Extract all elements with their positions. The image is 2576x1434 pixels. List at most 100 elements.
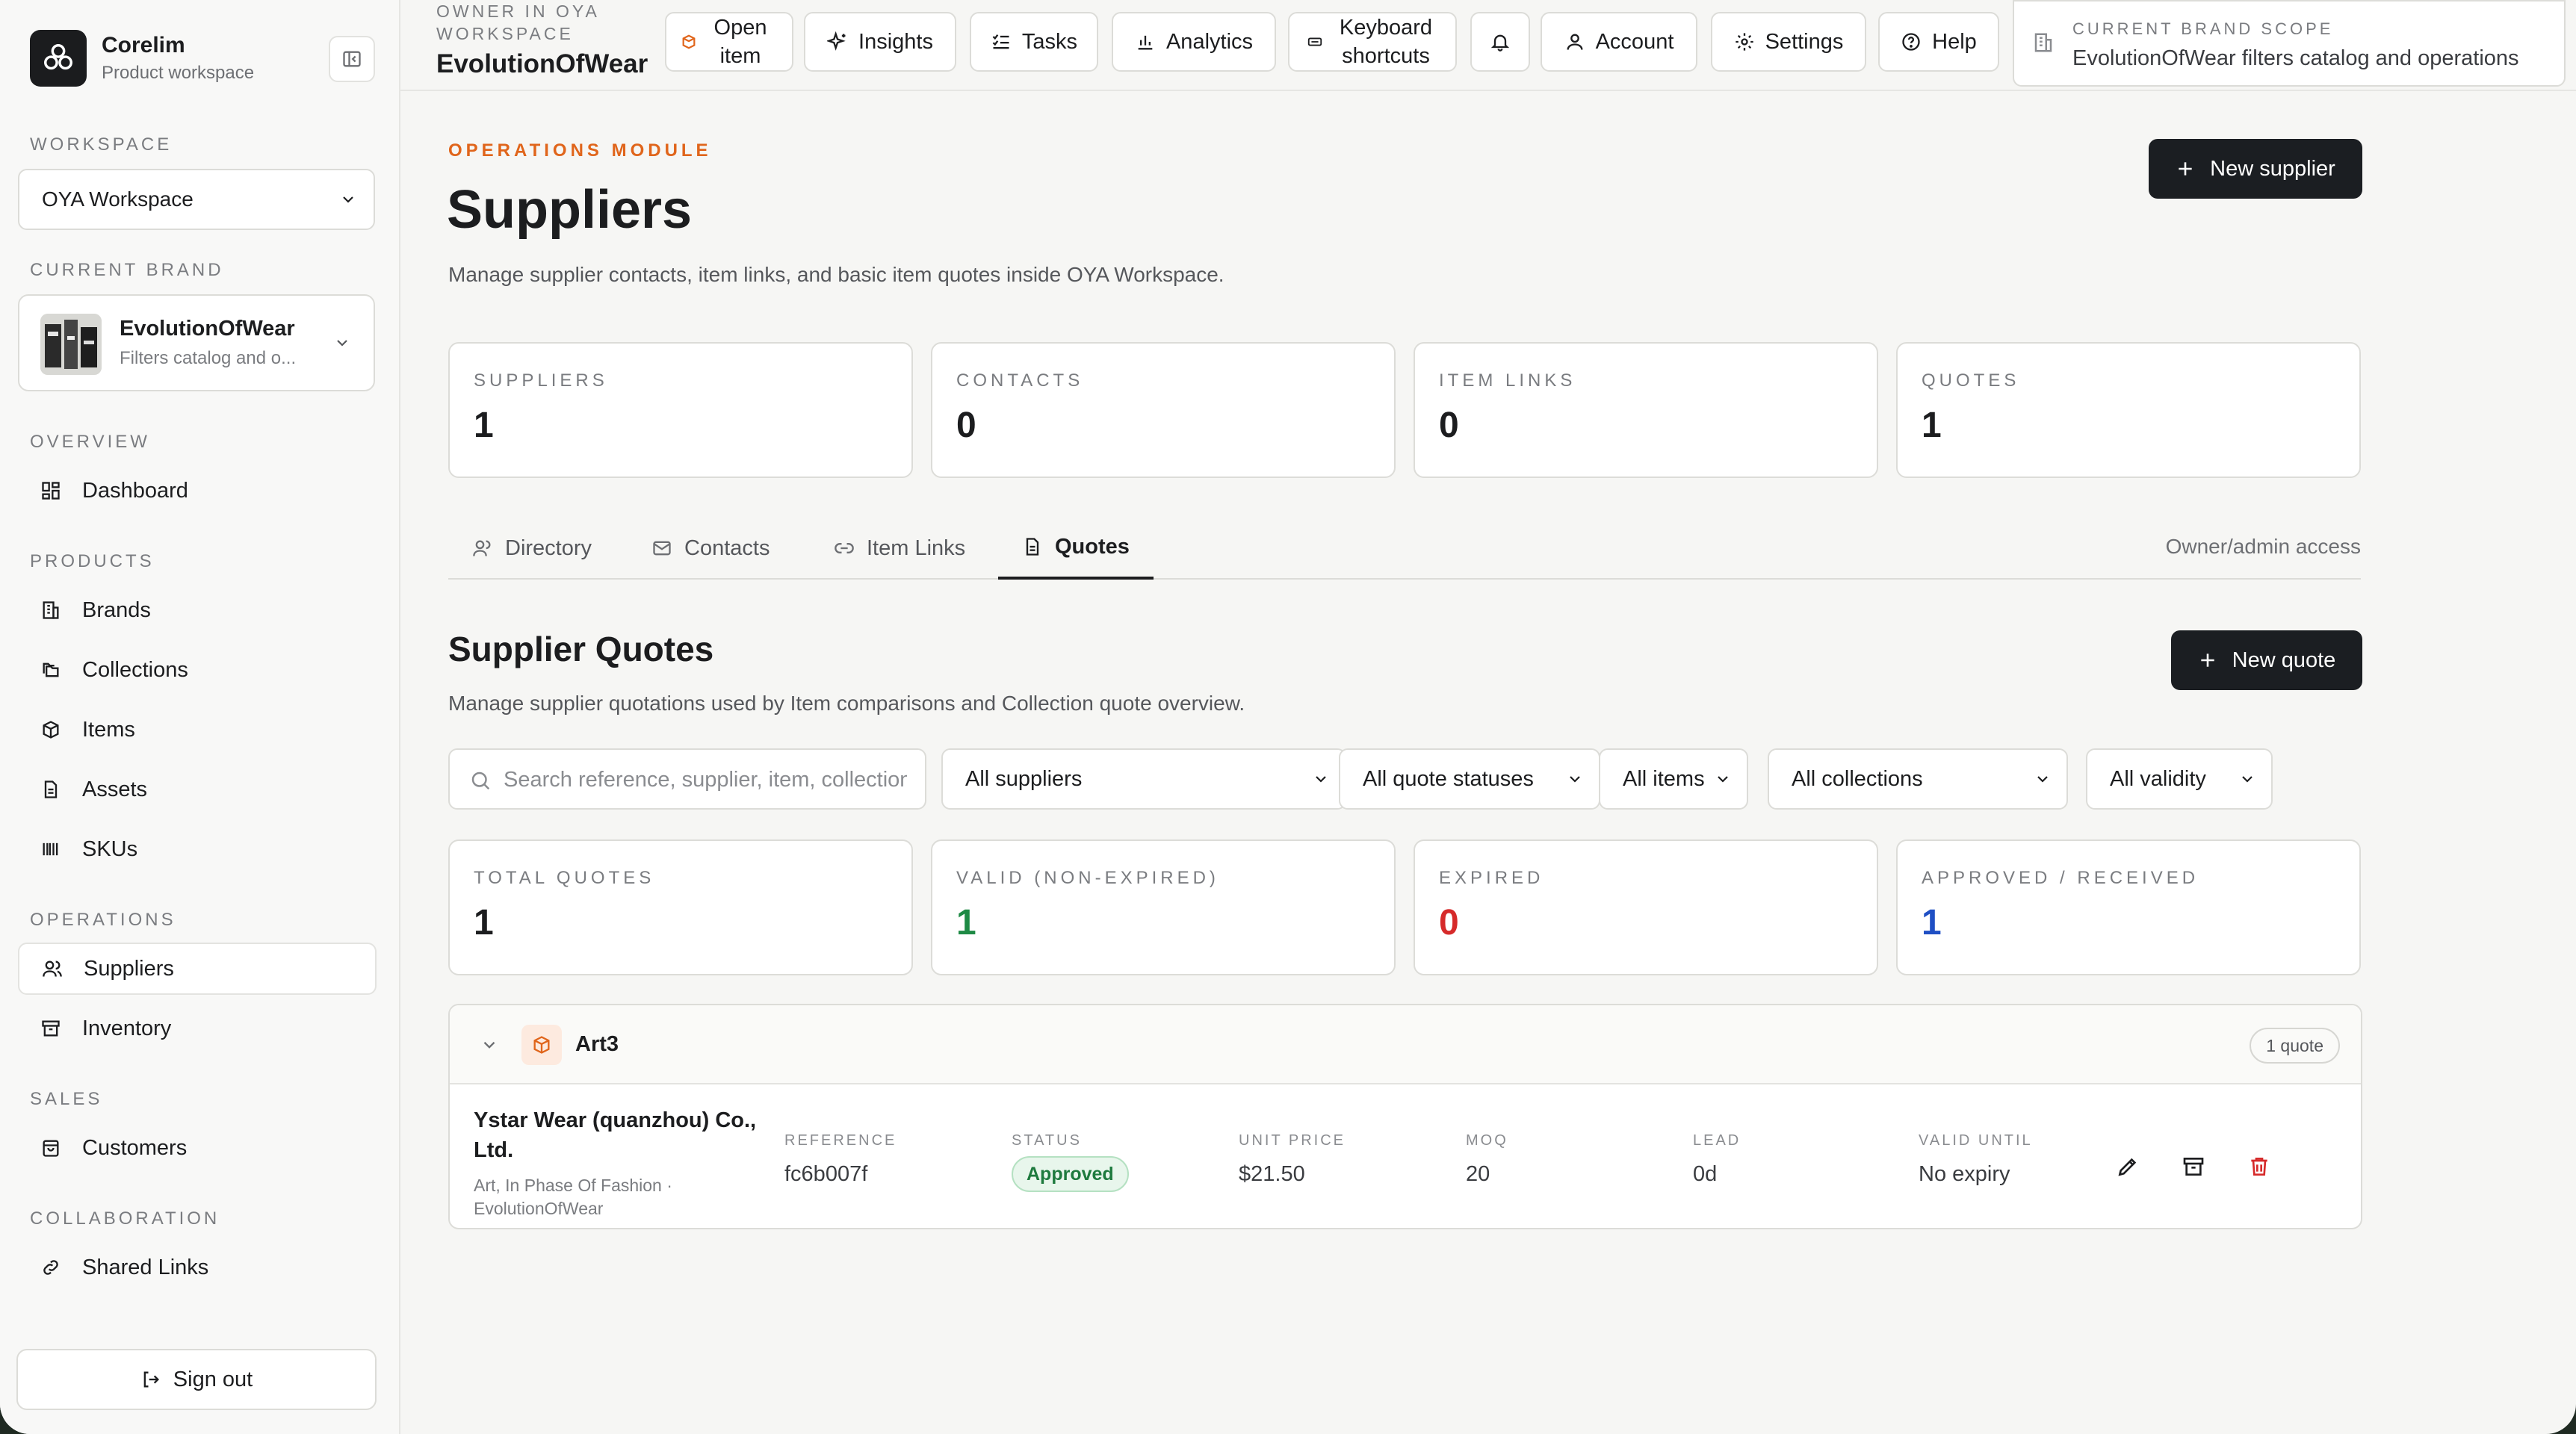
mail-icon <box>651 538 672 559</box>
new-quote-label: New quote <box>2232 648 2336 672</box>
bell-icon <box>1490 31 1511 52</box>
package-icon <box>37 716 64 743</box>
stat-value: 1 <box>474 903 494 943</box>
sidebar-item-customers[interactable]: Customers <box>18 1122 377 1174</box>
account-button[interactable]: Account <box>1541 12 1697 72</box>
status-filter-select[interactable]: All quote statuses <box>1339 748 1600 810</box>
new-quote-button[interactable]: New quote <box>2171 630 2362 690</box>
current-brand-label: CURRENT BRAND <box>30 260 224 280</box>
stat-value: 1 <box>1922 903 1942 943</box>
page-description: Manage supplier contacts, item links, an… <box>448 263 1224 286</box>
stat-card-expired-quotes: EXPIRED 0 <box>1414 839 1878 975</box>
insights-button[interactable]: Insights <box>804 12 956 72</box>
users-icon <box>472 538 493 559</box>
help-button[interactable]: Help <box>1878 12 1999 72</box>
supplier-tabs: Directory Contacts Item Links Quotes <box>448 517 2361 580</box>
notifications-button[interactable] <box>1470 12 1530 72</box>
tab-item-links[interactable]: Item Links <box>810 517 989 580</box>
access-note: Owner/admin access <box>2165 535 2361 558</box>
filter-value: All suppliers <box>965 766 1083 791</box>
section-operations: OPERATIONS <box>30 910 176 930</box>
quote-search-field[interactable] <box>448 748 926 810</box>
sidebar-item-assets[interactable]: Assets <box>18 763 377 816</box>
quote-count-badge: 1 quote <box>2250 1028 2340 1064</box>
main-content: OPERATIONS MODULE Suppliers Manage suppl… <box>400 91 2576 1434</box>
workspace-select[interactable]: OYA Workspace <box>18 169 375 230</box>
unit-price-label: UNIT PRICE <box>1239 1132 1346 1149</box>
chevron-down-icon[interactable] <box>480 1035 499 1055</box>
sign-out-label: Sign out <box>173 1367 253 1391</box>
new-supplier-button[interactable]: New supplier <box>2149 139 2362 199</box>
sidebar-item-label: Dashboard <box>82 478 188 503</box>
quote-group-name: Art3 <box>575 1032 619 1056</box>
tab-label: Directory <box>505 536 592 560</box>
sidebar-item-skus[interactable]: SKUs <box>18 823 377 875</box>
table-row[interactable]: Ystar Wear (quanzhou) Co., Ltd. Art, In … <box>450 1084 2361 1228</box>
stat-card-total-quotes: TOTAL QUOTES 1 <box>448 839 913 975</box>
section-products: PRODUCTS <box>30 551 155 571</box>
sidebar-item-suppliers[interactable]: Suppliers <box>18 943 377 995</box>
validity-filter-select[interactable]: All validity <box>2086 748 2273 810</box>
tab-directory[interactable]: Directory <box>448 517 616 580</box>
quote-search-input[interactable] <box>504 763 907 796</box>
edit-quote-button[interactable] <box>2108 1147 2147 1186</box>
stat-label: SUPPLIERS <box>474 370 608 391</box>
open-item-button[interactable]: Open item <box>665 12 793 72</box>
search-icon <box>469 769 492 795</box>
collapse-sidebar-button[interactable] <box>329 36 375 82</box>
sidebar-item-label: Inventory <box>82 1016 172 1040</box>
stat-card-item-links: ITEM LINKS 0 <box>1414 342 1878 478</box>
account-label: Account <box>1595 30 1674 54</box>
top-bar: OWNER IN OYA WORKSPACE EvolutionOfWear O… <box>400 0 2576 91</box>
trash-icon <box>2251 1158 2267 1176</box>
dashboard-icon <box>37 477 64 504</box>
log-out-icon <box>140 1369 161 1390</box>
sign-out-button[interactable]: Sign out <box>16 1349 377 1410</box>
sidebar-item-brands[interactable]: Brands <box>18 584 377 636</box>
brand-scope-label: CURRENT BRAND SCOPE <box>2072 19 2334 38</box>
quote-group: Art3 1 quote Ystar Wear (quanzhou) Co., … <box>448 1004 2362 1229</box>
link-icon <box>834 538 855 559</box>
sidebar-item-collections[interactable]: Collections <box>18 644 377 696</box>
analytics-label: Analytics <box>1165 30 1254 54</box>
analytics-button[interactable]: Analytics <box>1112 12 1276 72</box>
item-filter-select[interactable]: All items <box>1599 748 1748 810</box>
shopping-bag-icon <box>37 1135 64 1161</box>
sidebar-item-shared-links[interactable]: Shared Links <box>18 1241 377 1294</box>
reference-label: REFERENCE <box>784 1132 897 1149</box>
app-logo-icon <box>30 30 87 87</box>
collection-filter-select[interactable]: All collections <box>1768 748 2068 810</box>
keyboard-shortcuts-button[interactable]: Keyboard shortcuts <box>1288 12 1457 72</box>
stat-label: EXPIRED <box>1439 868 1544 888</box>
filter-value: All quote statuses <box>1363 766 1534 791</box>
tasks-button[interactable]: Tasks <box>970 12 1098 72</box>
delete-quote-button[interactable] <box>2240 1147 2279 1186</box>
brand-switcher[interactable]: EvolutionOfWear Filters catalog and o... <box>18 294 375 391</box>
quote-supplier-meta: Art, In Phase Of Fashion · EvolutionOfWe… <box>474 1176 672 1218</box>
stat-card-valid-quotes: VALID (NON-EXPIRED) 1 <box>931 839 1396 975</box>
tab-quotes[interactable]: Quotes <box>998 517 1154 580</box>
file-text-icon <box>1022 536 1043 557</box>
tab-contacts[interactable]: Contacts <box>628 517 793 580</box>
quote-group-header[interactable]: Art3 1 quote <box>450 1005 2361 1084</box>
archive-quote-button[interactable] <box>2174 1147 2213 1186</box>
stat-card-quotes: QUOTES 1 <box>1896 342 2361 478</box>
chevron-down-icon <box>1570 776 1580 783</box>
archive-icon <box>2183 1158 2204 1176</box>
app-name: Corelim <box>102 33 185 58</box>
help-circle-icon <box>1901 31 1922 52</box>
status-badge: Approved <box>1012 1156 1129 1192</box>
user-icon <box>1564 31 1585 52</box>
sidebar-item-dashboard[interactable]: Dashboard <box>18 465 377 517</box>
section-overview: OVERVIEW <box>30 432 150 452</box>
package-icon <box>681 34 697 50</box>
sidebar-item-inventory[interactable]: Inventory <box>18 1002 377 1055</box>
chevron-down-icon <box>343 196 353 203</box>
supplier-filter-select[interactable]: All suppliers <box>941 748 1346 810</box>
settings-button[interactable]: Settings <box>1711 12 1866 72</box>
stat-value: 0 <box>1439 406 1459 445</box>
sidebar-item-items[interactable]: Items <box>18 704 377 756</box>
brand-scope-text: EvolutionOfWear filters catalog and oper… <box>2072 46 2519 70</box>
plus-icon <box>2176 159 2195 179</box>
sidebar-item-label: SKUs <box>82 836 138 861</box>
